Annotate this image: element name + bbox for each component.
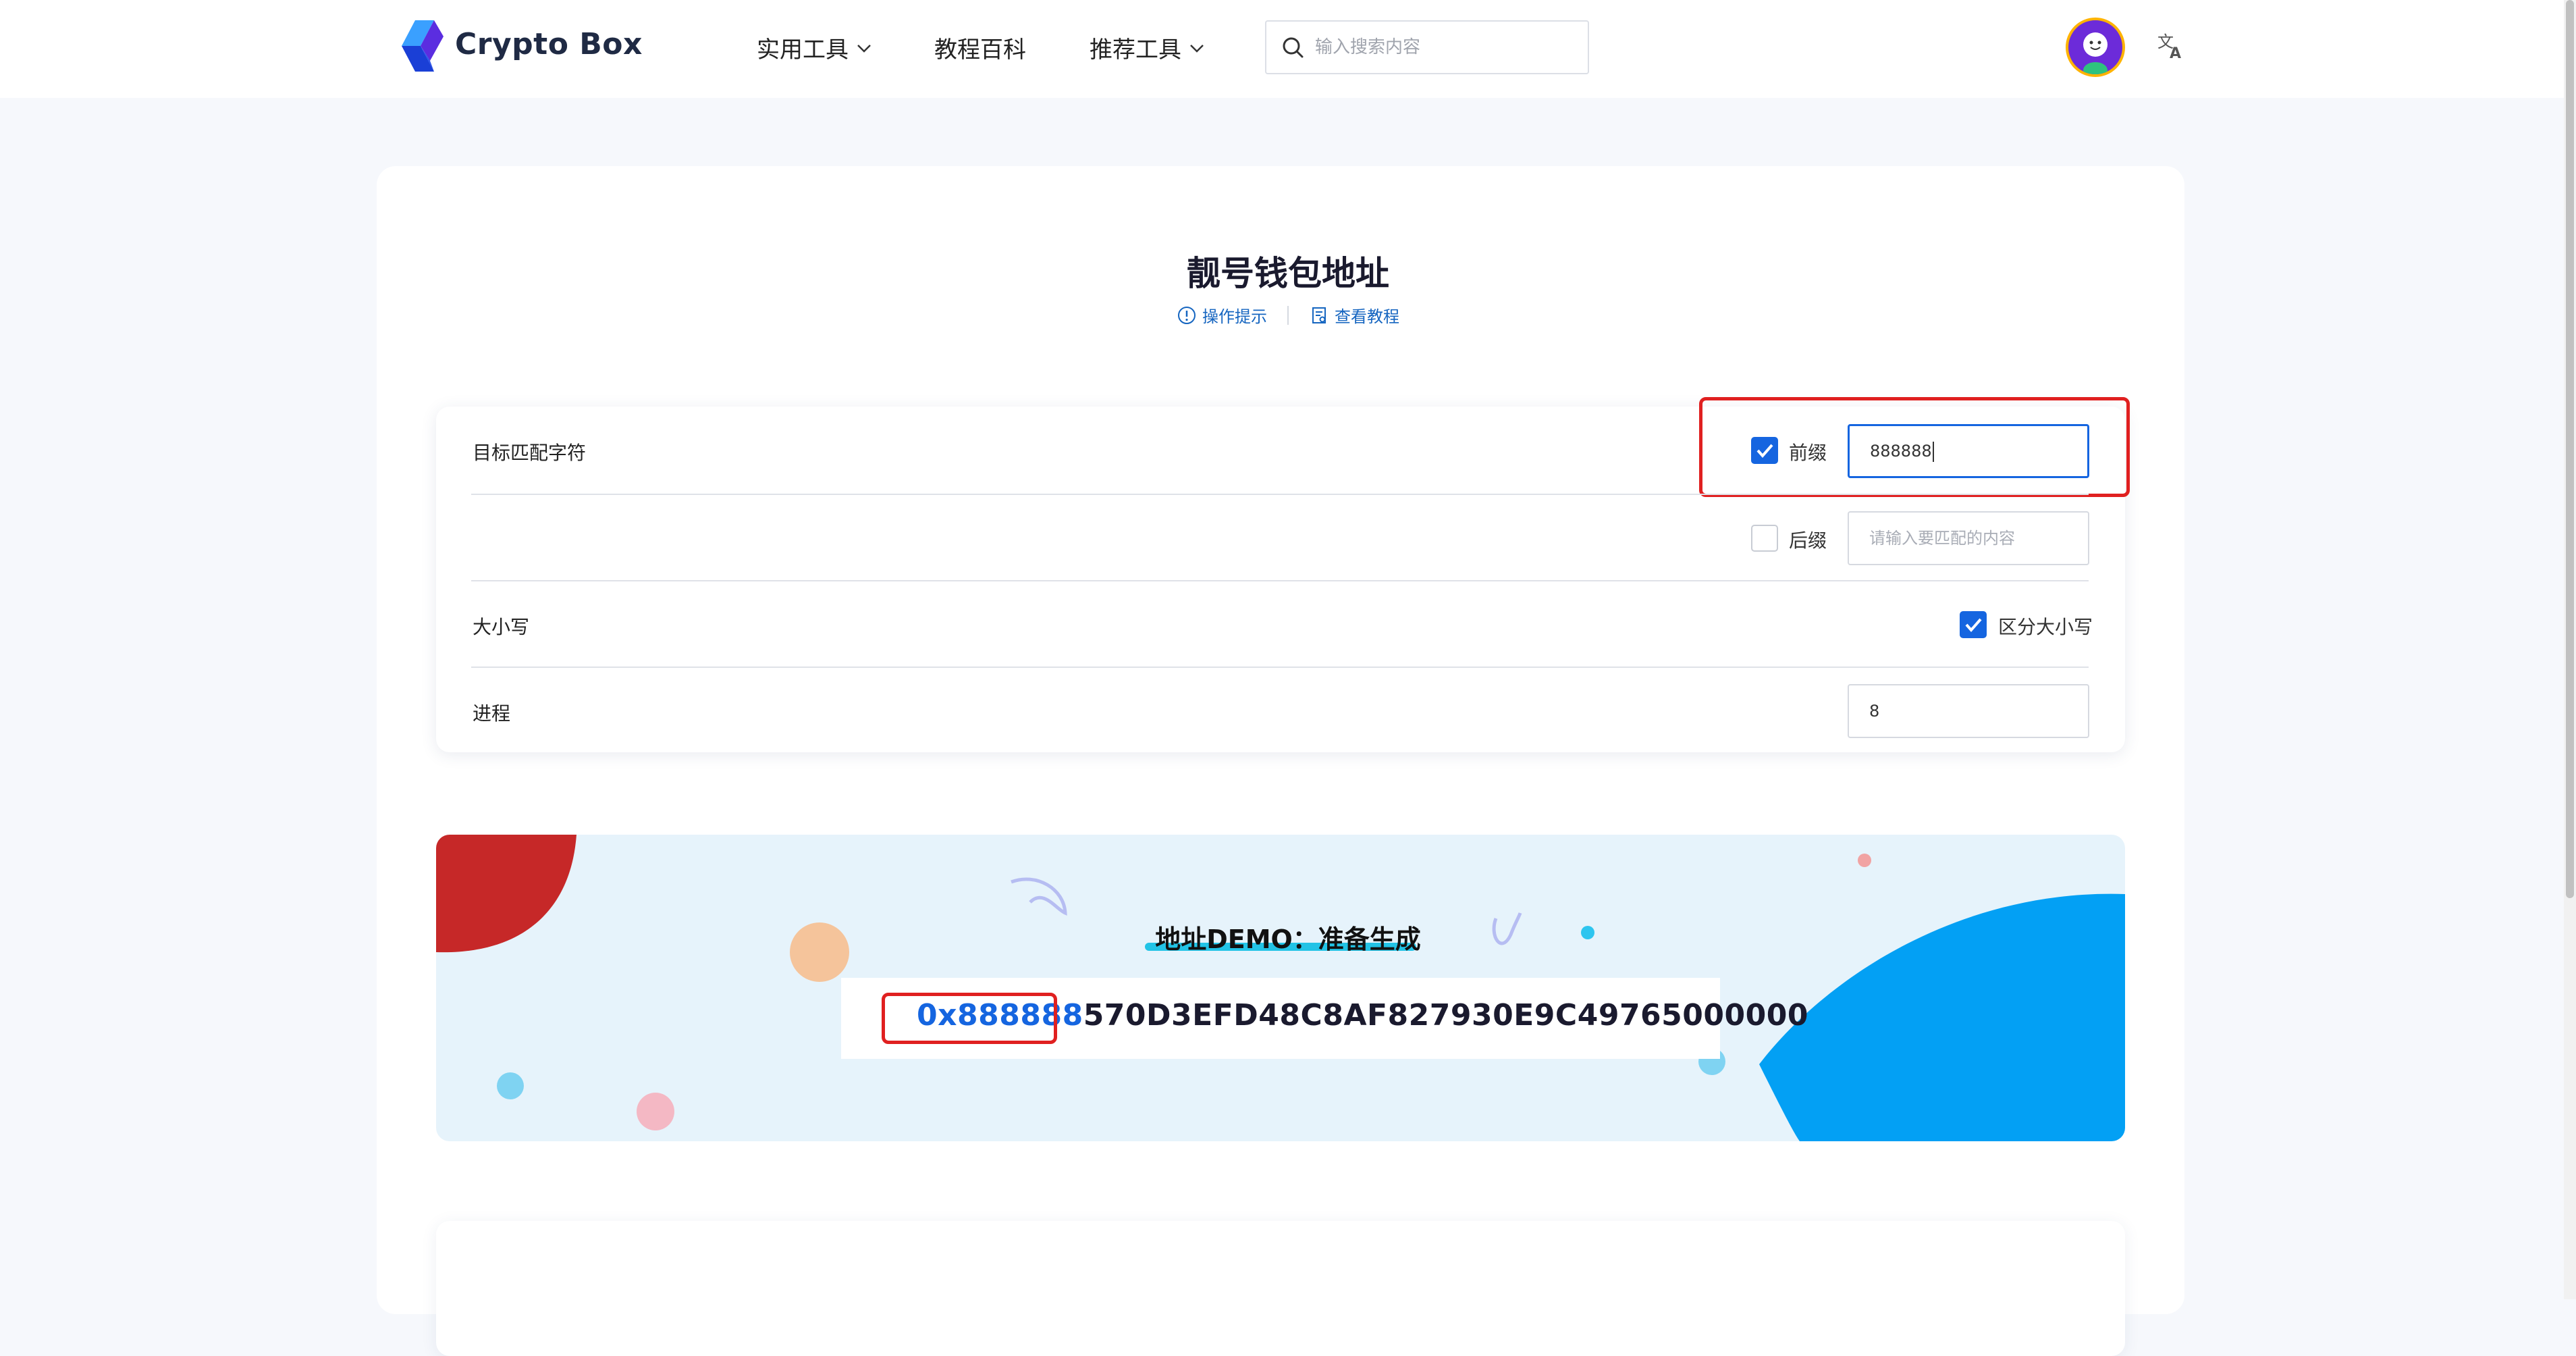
translate-icon[interactable]: 文 A — [2156, 30, 2187, 61]
check-icon — [1965, 618, 1982, 633]
scrollbar-thumb[interactable] — [2566, 0, 2574, 898]
chevron-down-icon — [857, 44, 871, 53]
chevron-down-icon — [1190, 44, 1204, 53]
nav-tutorials-label: 教程百科 — [934, 36, 1026, 63]
suffix-label: 后缀 — [1789, 529, 1827, 552]
row-divider — [471, 667, 2089, 668]
info-icon — [1178, 306, 1196, 324]
avatar[interactable] — [2066, 18, 2125, 77]
row-divider — [471, 580, 2089, 581]
address-rest: 570D3EFD48C8AF827930E9C49765000000 — [1083, 998, 1808, 1033]
operation-tips-link[interactable]: 操作提示 — [1177, 303, 1267, 327]
target-match-label: 目标匹配字符 — [473, 442, 587, 464]
page-scrollbar[interactable] — [2564, 0, 2576, 1299]
nav-useful-tools-label: 实用工具 — [757, 36, 849, 63]
book-icon — [1312, 307, 1326, 323]
view-tutorial-label: 查看教程 — [1335, 307, 1399, 326]
threads-label: 进程 — [473, 702, 511, 725]
page-links: 操作提示 查看教程 — [0, 303, 2576, 327]
threads-input-value: 8 — [1869, 702, 1880, 721]
search-box[interactable] — [1265, 20, 1589, 74]
prefix-highlight-box — [1699, 397, 2130, 497]
page-title: 靓号钱包地址 — [1187, 254, 1389, 293]
suffix-input[interactable]: 请输入要匹配的内容 — [1848, 511, 2089, 565]
case-sensitive-label: 区分大小写 — [1998, 616, 2093, 638]
link-separator — [1287, 305, 1289, 325]
logo-icon[interactable] — [395, 19, 450, 73]
nav-tutorials[interactable]: 教程百科 — [934, 31, 1026, 64]
case-sensitive-checkbox[interactable] — [1960, 611, 1987, 638]
suffix-checkbox[interactable] — [1751, 525, 1778, 552]
nav-recommended-tools[interactable]: 推荐工具 — [1090, 31, 1206, 64]
brand-name[interactable]: Crypto Box — [455, 27, 643, 61]
demo-title: 地址DEMO：准备生成 — [1155, 924, 1421, 954]
nav-recommended-tools-label: 推荐工具 — [1090, 36, 1181, 63]
search-input[interactable] — [1314, 36, 1573, 58]
avatar-face-icon — [2083, 32, 2108, 74]
nav-useful-tools[interactable]: 实用工具 — [757, 31, 873, 64]
row-divider — [471, 494, 2089, 495]
address-prefix-highlight-box — [882, 993, 1057, 1044]
top-header: Crypto Box 实用工具 教程百科 推荐工具 文 A — [0, 0, 2576, 98]
threads-input[interactable]: 8 — [1848, 684, 2089, 738]
case-label: 大小写 — [473, 616, 530, 638]
search-icon — [1283, 37, 1304, 58]
operation-tips-label: 操作提示 — [1202, 307, 1267, 326]
results-card — [436, 1221, 2125, 1356]
suffix-input-placeholder: 请输入要匹配的内容 — [1869, 529, 2015, 548]
view-tutorial-link[interactable]: 查看教程 — [1309, 303, 1399, 327]
svg-text:A: A — [2170, 45, 2181, 61]
